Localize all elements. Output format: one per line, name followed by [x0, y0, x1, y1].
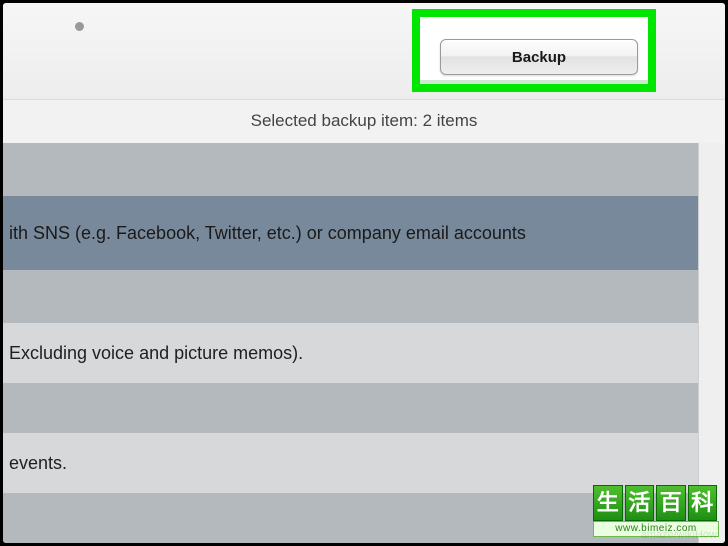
selected-items-summary: Selected backup item: 2 items [3, 111, 725, 131]
watermark-char: 百 [656, 485, 686, 521]
backup-items-list: ith SNS (e.g. Facebook, Twitter, etc.) o… [3, 143, 705, 543]
list-section-header [3, 270, 705, 323]
backup-button[interactable]: Backup [440, 39, 638, 75]
list-item[interactable]: events. [3, 433, 705, 493]
row-text: Excluding voice and picture memos). [9, 343, 303, 364]
watermark-char: 生 [593, 485, 623, 521]
watermark-char: 科 [688, 485, 718, 521]
list-section-header [3, 383, 705, 433]
watermark-char: 活 [625, 485, 655, 521]
app-frame: Backup Selected backup item: 2 items ith… [3, 3, 725, 543]
list-item[interactable]: Excluding voice and picture memos). [3, 323, 705, 383]
row-text: ith SNS (e.g. Facebook, Twitter, etc.) o… [9, 223, 526, 244]
image-attribution: amaze/wikiHow [641, 529, 717, 541]
row-text: events. [9, 453, 67, 474]
list-section-header [3, 143, 705, 196]
window-control-dot [75, 22, 84, 31]
scrollbar-track[interactable] [698, 143, 725, 543]
list-item[interactable]: ith SNS (e.g. Facebook, Twitter, etc.) o… [3, 196, 705, 270]
